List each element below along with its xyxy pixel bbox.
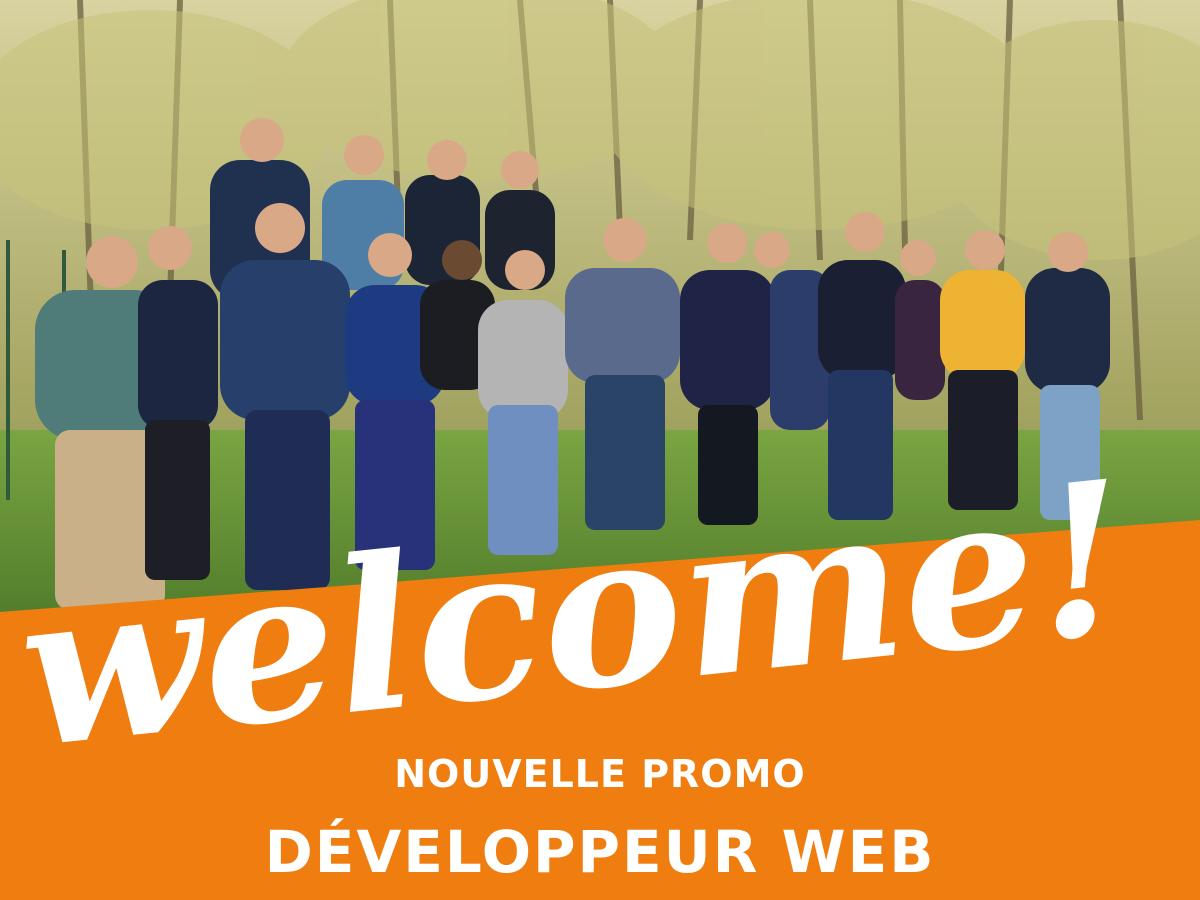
promo-title: DÉVELOPPEUR WEB bbox=[264, 818, 936, 886]
promo-subtitle: NOUVELLE PROMO bbox=[394, 752, 806, 796]
welcome-text: welcome! bbox=[10, 434, 1140, 796]
